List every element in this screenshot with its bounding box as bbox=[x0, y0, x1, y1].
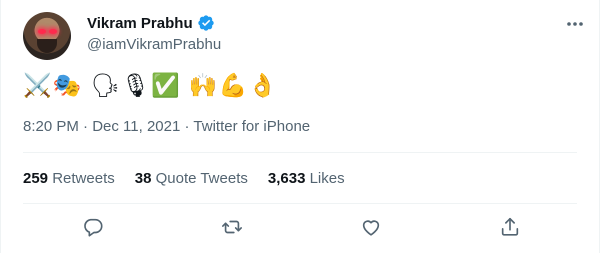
tweet-text: ⚔️🎭 🗣🎙✅ 🙌💪👌 bbox=[23, 73, 278, 99]
meta-separator: · bbox=[83, 118, 93, 135]
user-handle[interactable]: @iamVikramPrabhu bbox=[87, 36, 221, 53]
likes-stat[interactable]: 3,633 Likes bbox=[268, 170, 345, 187]
quotes-stat[interactable]: 38 Quote Tweets bbox=[135, 170, 248, 187]
tweet-stats: 259 Retweets 38 Quote Tweets 3,633 Likes bbox=[23, 170, 345, 187]
divider bbox=[23, 203, 577, 204]
reply-icon bbox=[83, 218, 103, 237]
avatar-eye-left bbox=[38, 29, 46, 34]
verified-badge-icon bbox=[197, 14, 215, 32]
tweet-date[interactable]: Dec 11, 2021 bbox=[92, 118, 180, 135]
avatar-beard bbox=[37, 39, 57, 53]
divider bbox=[23, 152, 577, 153]
share-button[interactable] bbox=[493, 212, 527, 242]
more-icon[interactable] bbox=[565, 14, 585, 34]
retweet-icon bbox=[221, 220, 242, 234]
heart-icon bbox=[362, 220, 379, 236]
share-icon bbox=[501, 217, 518, 236]
quotes-label: Quote Tweets bbox=[155, 170, 248, 187]
retweets-stat[interactable]: 259 Retweets bbox=[23, 170, 115, 187]
likes-count: 3,633 bbox=[267, 170, 306, 187]
name-row: Vikram Prabhu bbox=[87, 14, 215, 32]
quotes-count: 38 bbox=[134, 170, 152, 187]
reply-button[interactable] bbox=[76, 212, 110, 242]
retweets-count: 259 bbox=[23, 170, 49, 187]
tweet-actions bbox=[23, 212, 579, 242]
tweet-source[interactable]: Twitter for iPhone bbox=[193, 118, 310, 135]
likes-label: Likes bbox=[309, 170, 345, 187]
retweet-button[interactable] bbox=[215, 212, 249, 242]
display-name[interactable]: Vikram Prabhu bbox=[87, 15, 193, 32]
like-button[interactable] bbox=[354, 212, 388, 242]
tweet-header: Vikram Prabhu @iamVikramPrabhu bbox=[23, 10, 589, 62]
avatar-eye-right bbox=[49, 29, 57, 34]
tweet-card: Vikram Prabhu @iamVikramPrabhu ⚔️🎭 🗣🎙✅ 🙌… bbox=[0, 0, 600, 253]
tweet-time[interactable]: 8:20 PM bbox=[23, 118, 79, 135]
avatar[interactable] bbox=[23, 12, 71, 60]
tweet-meta: 8:20 PM · Dec 11, 2021 · Twitter for iPh… bbox=[23, 118, 310, 135]
retweets-label: Retweets bbox=[52, 170, 115, 187]
